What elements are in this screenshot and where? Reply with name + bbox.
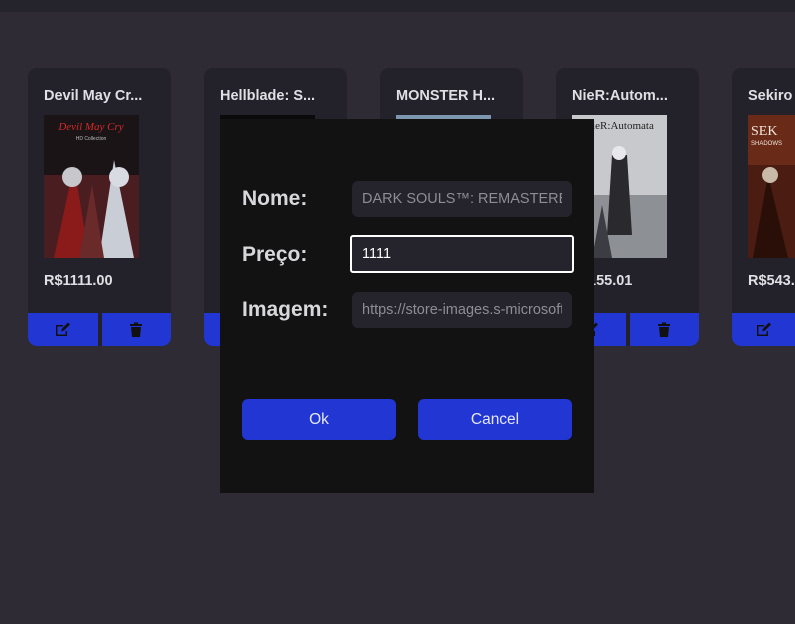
card-actions (28, 313, 171, 346)
card-title: NieR:Autom... (572, 88, 668, 104)
card-title: Sekiro (748, 88, 793, 104)
delete-button[interactable] (101, 313, 171, 346)
name-label: Nome: (242, 187, 308, 210)
cover-title: SEK (751, 124, 777, 139)
card-title: Hellblade: S... (220, 88, 316, 104)
card-cover-image: SEK SHADOWS (748, 115, 795, 258)
card-price: 155.01 (588, 273, 633, 289)
cover-title: Devil May Cry (57, 121, 123, 133)
price-label: Preço: (242, 243, 308, 266)
game-card: Devil May Cr... Devil May Cry HD Collect… (28, 68, 171, 346)
card-title: Devil May Cr... (44, 88, 143, 104)
cover-title: NieR:Automata (584, 120, 654, 132)
game-card: Sekiro SEK SHADOWS R$543. (732, 68, 795, 346)
cover-subtitle: HD Collection (76, 136, 107, 142)
edit-button[interactable] (732, 313, 795, 346)
image-url-input[interactable] (352, 292, 572, 328)
card-actions (732, 313, 795, 346)
cancel-button[interactable]: Cancel (418, 399, 572, 440)
trash-icon (658, 322, 671, 337)
delete-button[interactable] (629, 313, 699, 346)
cover-subtitle: SHADOWS (751, 141, 782, 147)
edit-button[interactable] (28, 313, 98, 346)
edit-icon (55, 322, 70, 336)
trash-icon (130, 322, 143, 337)
price-input[interactable] (350, 235, 574, 273)
card-price: R$543. (748, 273, 795, 289)
card-cover-image: Devil May Cry HD Collection (44, 115, 139, 258)
card-price: R$1111.00 (44, 273, 113, 289)
image-label: Imagem: (242, 298, 329, 321)
ok-button[interactable]: Ok (242, 399, 396, 440)
edit-game-modal: Nome: Preço: Imagem: Ok Cancel (220, 119, 594, 493)
name-input[interactable] (352, 181, 572, 217)
card-title: MONSTER H... (396, 88, 496, 104)
edit-icon (756, 322, 771, 336)
